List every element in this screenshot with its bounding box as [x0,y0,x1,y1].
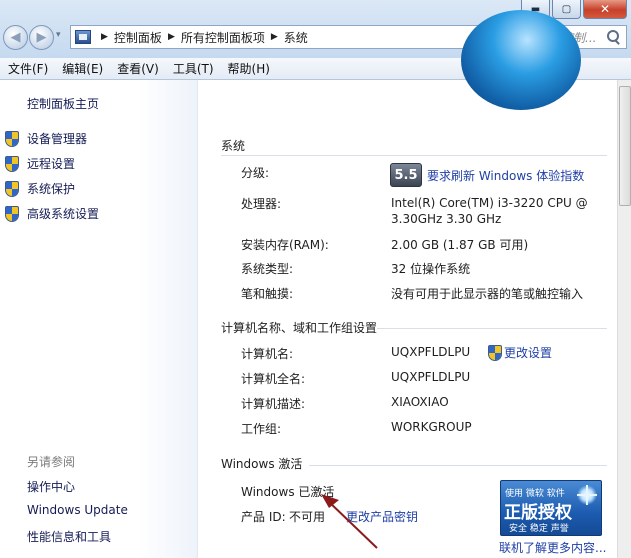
breadcrumb-separator-icon[interactable]: ▶ [271,32,278,42]
description-label: 计算机描述: [241,397,306,411]
main-content: 系统 分级: 5.5 要求刷新 Windows 体验指数 处理器: Intel(… [199,10,617,558]
maximize-button[interactable]: ▢ [552,0,581,19]
forward-button[interactable]: ▶ [29,25,54,50]
menu-edit[interactable]: 编辑(E) [54,60,109,77]
change-settings-label: 更改设置 [504,346,553,360]
see-also-performance[interactable]: 性能信息和工具 [27,528,111,545]
windows-logo-icon [461,10,581,110]
menu-view[interactable]: 查看(V) [109,60,165,77]
description-value: XIAOXIAO [391,395,449,409]
menu-file[interactable]: 文件(F) [0,60,54,77]
computer-name-value: UQXPFLDLPU [391,345,471,359]
shield-icon [5,155,19,172]
full-name-value: UQXPFLDLPU [391,370,471,384]
processor-label: 处理器: [241,197,282,211]
divider [221,155,607,156]
sidebar-item-device-manager[interactable]: 设备管理器 [5,130,87,147]
back-arrow-icon: ◀ [10,30,21,45]
sidebar: 控制面板主页 设备管理器 远程设置 系统保护 高级系统设置 另请参阅 操作中心 … [0,80,198,558]
sidebar-item-system-protection[interactable]: 系统保护 [5,180,75,197]
annotation-arrow-icon [321,494,378,549]
change-settings-link[interactable]: 更改设置 [488,344,552,361]
learn-more-link[interactable]: 联机了解更多内容... [499,539,606,556]
ram-label: 安装内存(RAM): [241,238,329,252]
rating-label: 分级: [241,166,270,180]
see-also-heading: 另请参阅 [27,455,76,469]
back-button[interactable]: ◀ [3,25,28,50]
sidebar-item-label: 远程设置 [27,157,76,171]
full-name-label: 计算机全名: [241,372,306,386]
divider [377,328,607,329]
pen-touch-label: 笔和触摸: [241,287,294,301]
sidebar-item-label: 高级系统设置 [27,207,100,221]
experience-index-badge[interactable]: 5.5 [390,163,422,187]
computer-section-title: 计算机名称、域和工作组设置 [221,321,378,335]
system-type-label: 系统类型: [241,262,294,276]
breadcrumb-control-panel[interactable]: 控制面板 [114,29,162,46]
computer-name-label: 计算机名: [241,347,294,361]
breadcrumb-system[interactable]: 系统 [284,29,308,46]
search-icon[interactable] [607,30,621,44]
shield-icon [5,180,19,197]
shield-icon [5,130,19,147]
breadcrumb-separator-icon[interactable]: ▶ [101,32,108,42]
close-button[interactable]: ✕ [583,0,627,19]
menu-tools[interactable]: 工具(T) [165,60,220,77]
sidebar-item-label: 系统保护 [27,182,76,196]
divider [309,465,607,466]
product-id-label: 产品 ID: [241,510,286,524]
processor-value: Intel(R) Core(TM) i3-3220 CPU @ 3.30GHz … [391,196,588,226]
recent-pages-dropdown[interactable]: ▾ [56,30,61,40]
breadcrumb-all-items[interactable]: 所有控制面板项 [181,29,265,46]
activation-section-title: Windows 激活 [221,457,303,471]
sidebar-item-label: 设备管理器 [27,132,88,146]
system-section-title: 系统 [221,139,246,153]
sidebar-item-remote-settings[interactable]: 远程设置 [5,155,75,172]
system-type-value: 32 位操作系统 [391,262,471,276]
control-panel-icon [75,30,91,44]
star-icon [577,485,597,505]
sidebar-item-advanced-settings[interactable]: 高级系统设置 [5,205,99,222]
see-also-windows-update[interactable]: Windows Update [27,503,128,517]
menu-help[interactable]: 帮助(H) [220,60,276,77]
address-bar[interactable]: ▶ 控制面板 ▶ 所有控制面板项 ▶ 系统 ▾ [70,25,496,49]
breadcrumb-separator-icon[interactable]: ▶ [168,32,175,42]
shield-icon [488,344,502,361]
ram-value: 2.00 GB (1.87 GB 可用) [391,238,529,252]
workgroup-label: 工作组: [241,422,282,436]
workgroup-value: WORKGROUP [391,420,472,434]
vertical-scrollbar[interactable] [617,80,631,558]
badge-title: 正版授权 [504,503,572,523]
forward-arrow-icon: ▶ [36,30,47,45]
shield-icon [5,205,19,222]
genuine-microsoft-badge[interactable]: 使用 微软 软件 正版授权 安全 稳定 声誉 [500,480,602,536]
badge-subtitle: 安全 稳定 声誉 [509,524,569,534]
see-also-action-center[interactable]: 操作中心 [27,478,75,495]
scrollbar-thumb[interactable] [619,86,631,206]
refresh-experience-index-link[interactable]: 要求刷新 Windows 体验指数 [427,167,584,184]
sidebar-control-panel-home[interactable]: 控制面板主页 [27,95,99,112]
pen-touch-value: 没有可用于此显示器的笔或触控输入 [391,287,584,301]
